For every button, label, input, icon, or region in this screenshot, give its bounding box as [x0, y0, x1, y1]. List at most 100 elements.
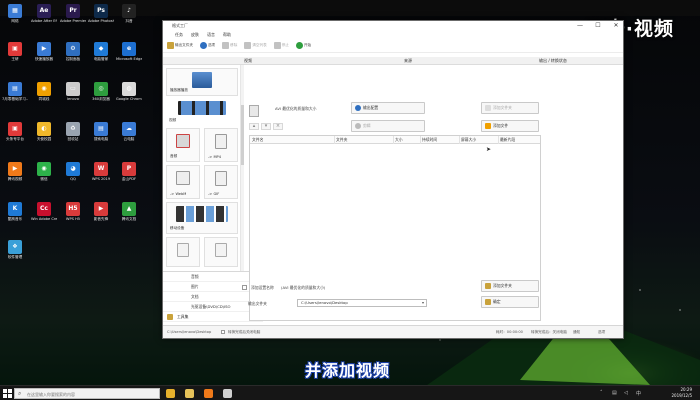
scrollbar-thumb[interactable]: [241, 105, 244, 165]
desktop-icon[interactable]: ▣ 头条号平台: [2, 122, 28, 147]
desktop-icon[interactable]: CcWin Adobe Creati...: [31, 202, 57, 227]
clip-button[interactable]: 剪辑: [351, 120, 425, 132]
maximize-button[interactable]: ☐: [589, 21, 607, 31]
desktop-icon[interactable]: ▤ 搜索电脑: [88, 122, 114, 147]
desktop-icon-label: 360浏览器: [92, 97, 110, 101]
taskbar-search[interactable]: ⌕: [14, 388, 160, 399]
stop-tool[interactable]: 停止: [272, 41, 291, 51]
tile-extra-1[interactable]: [166, 237, 200, 267]
desktop-icon[interactable]: e Microsoft Edge: [116, 42, 142, 67]
pinned-format-factory-icon[interactable]: [223, 389, 232, 398]
desktop-icon[interactable]: ▶ 影音先锋: [88, 202, 114, 227]
add-file-button[interactable]: 添加文件: [481, 120, 539, 132]
header-folder[interactable]: 文件夹: [336, 137, 347, 143]
taskbar-clock[interactable]: 20:29 2019/12/5: [671, 387, 692, 399]
shutdown-checkbox[interactable]: [221, 330, 225, 334]
desktop-icon[interactable]: P 金山PDF: [116, 162, 142, 187]
tray-ime-icon[interactable]: 中: [636, 390, 641, 397]
taskbar-search-input[interactable]: [27, 390, 155, 398]
status-notify[interactable]: 通知: [573, 330, 580, 335]
category-image[interactable]: 图片: [163, 282, 263, 292]
add-settings-checkbox[interactable]: [242, 285, 247, 290]
tile-mobile-device[interactable]: 移动设备: [166, 202, 238, 234]
output-folder-tool[interactable]: 输出文件夹: [165, 41, 195, 51]
desktop-icon[interactable]: ◐ 天使校园: [31, 122, 57, 147]
tile-to-mp4[interactable]: -> MP4: [204, 128, 238, 162]
window-titlebar[interactable]: 格式工厂 — ☐ ✕: [163, 21, 623, 31]
tile-music-video[interactable]: 音频: [166, 128, 200, 162]
desktop-icon-label: 酷狗音乐: [7, 217, 23, 221]
pinned-chrome-icon[interactable]: [166, 389, 175, 398]
add-folder-button[interactable]: 添加文件夹: [481, 280, 539, 292]
pinned-explorer-icon[interactable]: [185, 389, 194, 398]
output-settings-button[interactable]: 输出配置: [351, 102, 425, 114]
file-list-table[interactable]: 文件名 文件夹 大小 持续时间 屏幕大小 最新片段 ➤: [249, 135, 541, 321]
desktop-icon[interactable]: AeAdobe After Effects CC: [31, 4, 57, 29]
start-tool[interactable]: 开始: [294, 41, 313, 51]
tile-extra-2[interactable]: [204, 237, 238, 267]
start-icon: [295, 42, 303, 49]
desktop-icon[interactable]: ▶ 腾讯视频: [2, 162, 28, 187]
folder-icon: [167, 42, 174, 49]
desktop-icon[interactable]: ▤ 7月零基础学习...: [2, 82, 28, 107]
desktop-icon[interactable]: PsAdobe Photosh...: [88, 4, 114, 29]
category-tools[interactable]: 工具集: [163, 312, 263, 322]
status-options[interactable]: 选项: [598, 330, 605, 335]
column-header-video: 视频: [163, 57, 333, 65]
header-filename[interactable]: 文件名: [252, 137, 263, 143]
category-audio[interactable]: 音频: [163, 272, 263, 282]
desktop-icon[interactable]: ▶ 快速播放器: [31, 42, 57, 67]
desktop-icon[interactable]: H5 WPS H5: [60, 202, 86, 227]
desktop-icon-label: 腾讯视频: [7, 177, 23, 181]
desktop-icon[interactable]: ❖ 软件管理: [2, 240, 28, 265]
output-folder-select[interactable]: C:\Users\lenovo\Desktop ▾: [297, 299, 427, 307]
desktop-icon[interactable]: ▲ 腾讯文档: [116, 202, 142, 227]
menu-skin[interactable]: 皮肤: [191, 32, 199, 38]
desktop-icon[interactable]: PrAdobe Premiere P...: [60, 4, 86, 29]
start-button[interactable]: [3, 389, 12, 398]
desktop-icon[interactable]: ◎ 360浏览器: [88, 82, 114, 107]
tile-video-category[interactable]: 视频: [166, 99, 238, 125]
desktop-icon[interactable]: ▭ lenovo: [60, 82, 86, 107]
desktop-icon[interactable]: ♻ 回收站: [60, 122, 86, 147]
menu-task[interactable]: 任务: [175, 32, 183, 38]
minimize-button[interactable]: —: [571, 21, 589, 31]
desktop-icon[interactable]: ◉ 同城线: [31, 82, 57, 107]
delete-button[interactable]: ×: [273, 123, 283, 130]
desktop-icon[interactable]: ◉ 微信: [31, 162, 57, 187]
menu-language[interactable]: 语言: [207, 32, 215, 38]
menu-help[interactable]: 帮助: [223, 32, 231, 38]
close-button[interactable]: ✕: [607, 21, 623, 31]
desktop-icon[interactable]: ☁ 云电脑: [116, 122, 142, 147]
desktop-icon[interactable]: ◆ 电脑管家: [88, 42, 114, 67]
move-up-button[interactable]: ▴: [249, 123, 259, 130]
desktop-icon[interactable]: ▦ 网络: [2, 4, 28, 29]
pinned-tencent-video-icon[interactable]: [204, 389, 213, 398]
remove-tool[interactable]: 移除: [220, 41, 239, 51]
desktop-icon[interactable]: ♪ 抖音: [116, 4, 142, 29]
tile-to-gif[interactable]: -> GIF: [204, 165, 238, 199]
add-folder-top-button[interactable]: 添加文件夹: [481, 102, 539, 114]
tray-network-icon[interactable]: ▤: [612, 390, 617, 396]
window-title: 格式工厂: [172, 23, 188, 28]
move-down-button[interactable]: ▾: [261, 123, 271, 130]
header-size[interactable]: 大小: [395, 137, 403, 143]
options-tool[interactable]: 选项: [198, 41, 217, 51]
desktop-icon[interactable]: ▣ 王研: [2, 42, 28, 67]
header-screen-size[interactable]: 屏幕大小: [461, 137, 476, 143]
header-duration[interactable]: 持续时间: [422, 137, 437, 143]
desktop-icon[interactable]: ◕ QQ: [60, 162, 86, 187]
tray-volume-icon[interactable]: ◁: [624, 390, 628, 396]
desktop-icon[interactable]: K 酷狗音乐: [2, 202, 28, 227]
tile-to-webm[interactable]: -> WebM: [166, 165, 200, 199]
desktop-icon[interactable]: W WPS 2019: [88, 162, 114, 187]
ok-button[interactable]: 确定: [481, 296, 539, 308]
tray-arrow-icon[interactable]: ˄: [600, 390, 603, 396]
header-latest-clip[interactable]: 最新片段: [500, 137, 515, 143]
tile-player[interactable]: 播放器播放: [166, 68, 238, 96]
left-panel-scrollbar[interactable]: [240, 65, 244, 280]
desktop-icon[interactable]: ⚙ 控制面板: [60, 42, 86, 67]
desktop-icon[interactable]: ◍ Google Chrome: [116, 82, 142, 107]
clear-list-tool[interactable]: 清空列表: [242, 41, 268, 51]
desktop-icon-label: 网络: [11, 19, 19, 23]
